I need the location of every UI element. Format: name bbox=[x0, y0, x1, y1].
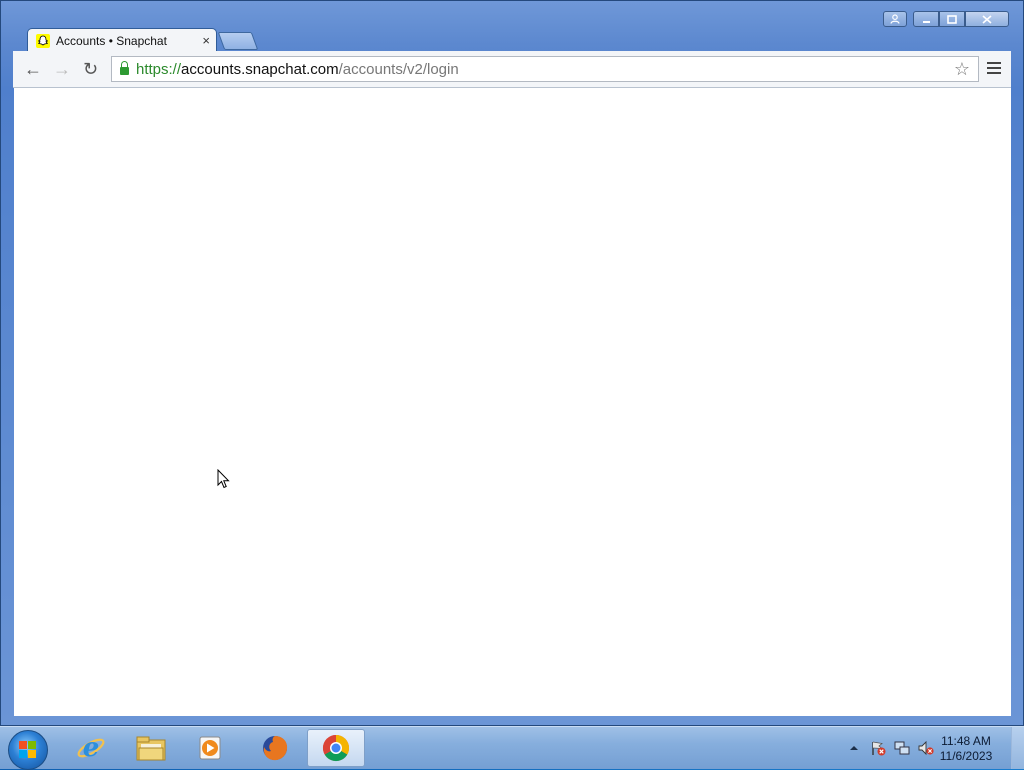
taskbar: e 11:48 AM 11/6/2023 bbox=[0, 726, 1024, 770]
user-profile-button[interactable] bbox=[883, 11, 907, 27]
firefox-icon bbox=[263, 736, 288, 761]
url-path: /accounts/v2/login bbox=[338, 60, 459, 78]
forward-button[interactable]: → bbox=[53, 59, 71, 79]
media-player-icon bbox=[199, 736, 221, 760]
start-button[interactable] bbox=[8, 730, 48, 770]
browser-window: Accounts • Snapchat × ← → ↻ https://acco… bbox=[0, 0, 1024, 726]
taskbar-file-explorer[interactable] bbox=[122, 729, 180, 767]
clock-date: 11/6/2023 bbox=[939, 749, 993, 763]
chrome-menu-icon[interactable] bbox=[987, 62, 1001, 77]
taskbar-firefox[interactable] bbox=[246, 729, 304, 767]
url-host: accounts.snapchat.com bbox=[181, 60, 339, 78]
ie-icon: e bbox=[77, 733, 105, 763]
lock-icon bbox=[120, 61, 129, 75]
show-hidden-icons-icon[interactable] bbox=[846, 740, 862, 756]
volume-muted-icon[interactable] bbox=[918, 740, 934, 756]
chrome-icon bbox=[322, 734, 350, 762]
window-controls bbox=[883, 11, 1009, 27]
taskbar-internet-explorer[interactable]: e bbox=[62, 729, 120, 767]
browser-tab-accounts-snapchat[interactable]: Accounts • Snapchat × bbox=[27, 28, 217, 52]
taskbar-media-player[interactable] bbox=[182, 729, 240, 767]
cursor-arrow-icon bbox=[217, 469, 230, 489]
bookmark-star-icon[interactable]: ☆ bbox=[954, 59, 970, 80]
taskbar-chrome[interactable] bbox=[307, 729, 365, 767]
back-button[interactable]: ← bbox=[24, 59, 42, 79]
show-desktop-button[interactable] bbox=[1011, 727, 1024, 769]
minimize-icon bbox=[922, 20, 930, 23]
taskbar-clock[interactable]: 11:48 AM 11/6/2023 bbox=[934, 734, 998, 764]
page-content bbox=[14, 88, 1011, 716]
system-tray: 11:48 AM 11/6/2023 bbox=[834, 727, 1024, 769]
maximize-button[interactable] bbox=[939, 11, 965, 27]
user-icon bbox=[890, 14, 900, 24]
url-scheme: https:// bbox=[136, 60, 182, 78]
clock-time: 11:48 AM bbox=[941, 734, 991, 748]
network-icon[interactable] bbox=[894, 740, 910, 756]
maximize-icon bbox=[947, 14, 957, 24]
folder-icon bbox=[136, 736, 166, 761]
new-tab-button[interactable] bbox=[217, 32, 259, 50]
windows-flag-icon bbox=[19, 741, 37, 759]
close-window-button[interactable] bbox=[965, 11, 1009, 27]
close-icon bbox=[982, 14, 992, 24]
browser-toolbar: ← → ↻ https://accounts.snapchat.com/acco… bbox=[13, 51, 1011, 88]
url-text: https://accounts.snapchat.com/accounts/v… bbox=[136, 61, 459, 78]
tab-close-icon[interactable]: × bbox=[202, 33, 210, 48]
reload-button[interactable]: ↻ bbox=[83, 59, 98, 79]
snapchat-ghost-icon bbox=[36, 33, 50, 48]
svg-text:e: e bbox=[83, 733, 100, 763]
tab-title: Accounts • Snapchat bbox=[56, 33, 167, 48]
minimize-button[interactable] bbox=[913, 11, 939, 27]
action-center-icon[interactable] bbox=[870, 740, 886, 756]
address-bar[interactable]: https://accounts.snapchat.com/accounts/v… bbox=[111, 56, 979, 82]
